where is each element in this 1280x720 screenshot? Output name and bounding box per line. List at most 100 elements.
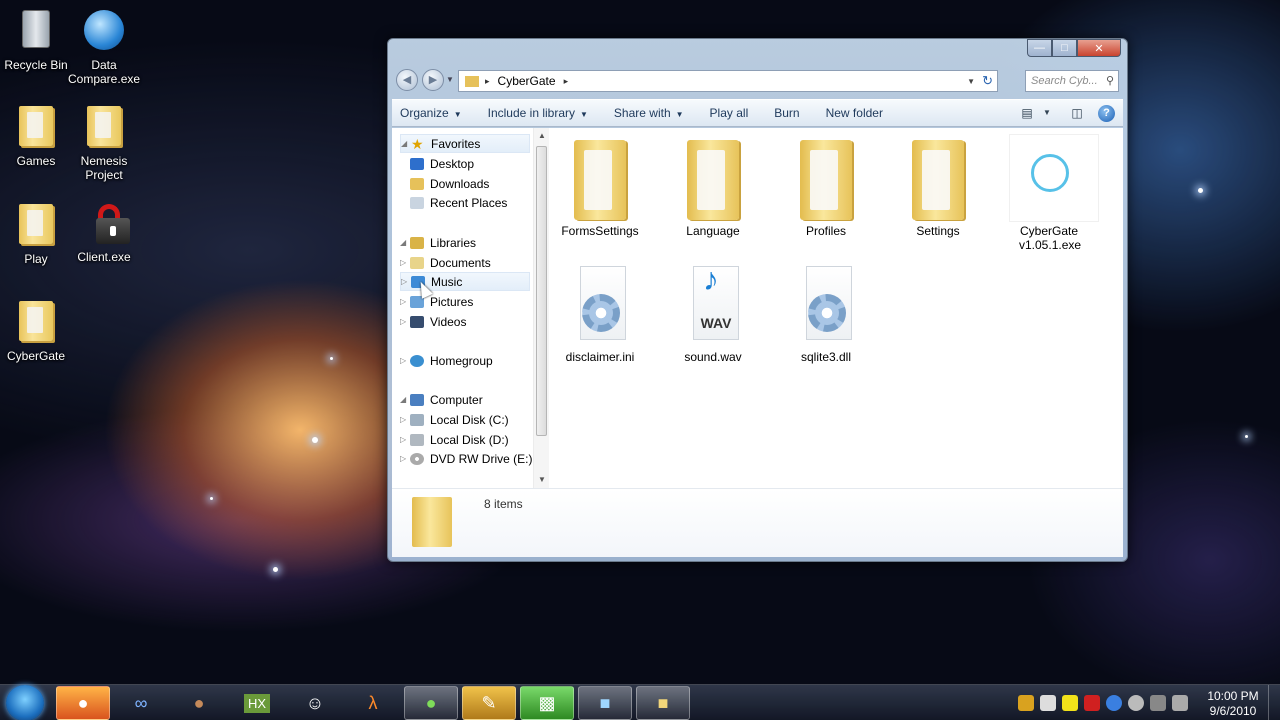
close-button[interactable]: ✕ [1077,39,1121,57]
scroll-thumb[interactable] [536,146,547,436]
audio-file-icon: ♪ WAV [681,260,745,346]
scroll-up-icon[interactable]: ▲ [534,128,550,144]
expand-arrow-icon[interactable]: ▷ [400,297,410,306]
pencil-icon: ✎ [481,692,497,713]
scroll-down-icon[interactable]: ▼ [534,472,550,488]
folder-icon [465,75,479,87]
tray-app-icon[interactable] [1150,695,1166,711]
nav-videos[interactable]: ▷ Videos [400,312,466,331]
address-dropdown-icon[interactable]: ▼ [967,77,975,86]
tray-app-icon[interactable] [1084,695,1100,711]
desktop-icon-games[interactable]: Games [0,104,72,168]
taskbar-app-8[interactable]: ✎ [462,686,516,720]
nav-dvd-drive-e[interactable]: ▷ DVD RW Drive (E:) [400,449,532,468]
new-folder-button[interactable]: New folder [826,106,883,120]
nav-documents[interactable]: ▷ Documents [400,253,491,272]
desktop-icon-recycle-bin[interactable]: Recycle Bin [0,8,72,72]
desktop-icon-nemesis-project[interactable]: Nemesis Project [68,104,140,182]
file-item-sound-wav[interactable]: ♪ WAV sound.wav [663,260,763,364]
taskbar-app-3[interactable]: ● [172,686,226,720]
action-center-icon[interactable] [1172,695,1188,711]
nav-libraries[interactable]: ◢ Libraries [400,233,476,252]
tray-app-icon[interactable] [1062,695,1078,711]
expand-arrow-icon[interactable]: ▷ [400,454,410,463]
tray-app-icon[interactable] [1128,695,1144,711]
nav-homegroup[interactable]: ▷ Homegroup [400,351,493,370]
change-view-icon[interactable]: ▤ [1018,104,1036,122]
item-count: 8 items [484,497,523,511]
nav-favorites[interactable]: ◢ ★ Favorites [400,134,530,153]
nav-local-disk-c[interactable]: ▷ Local Disk (C:) [400,410,509,429]
file-item-profiles[interactable]: Profiles [776,134,876,238]
folder-icon [681,134,745,220]
include-in-library-button[interactable]: Include in library ▼ [488,106,588,120]
expand-arrow-icon[interactable]: ◢ [401,139,411,148]
desktop-icon-cybergate[interactable]: CyberGate [0,299,72,363]
file-item-formssettings[interactable]: FormsSettings [550,134,650,238]
file-item-disclaimer-ini[interactable]: disclaimer.ini [550,260,650,364]
desktop-icon-client-exe[interactable]: Client.exe [68,202,140,264]
file-name: FormsSettings [561,224,639,238]
clock-date: 9/6/2010 [1209,704,1257,718]
forward-button[interactable]: ▶ [422,69,444,91]
recent-pages-chevron-icon[interactable]: ▼ [446,75,454,84]
taskbar-app-4[interactable]: HX [230,686,284,720]
nav-label: Music [431,274,463,289]
expand-arrow-icon[interactable]: ▷ [401,277,411,286]
address-path[interactable]: CyberGate [498,74,556,88]
nav-downloads[interactable]: Downloads [410,174,489,193]
minimize-button[interactable]: — [1027,39,1052,57]
folder-icon: ■ [657,692,669,713]
address-bar[interactable]: ▸ CyberGate ▸ ▼ ↻ [458,70,998,92]
taskbar-counter-strike[interactable]: ☺ [288,686,342,720]
nav-local-disk-d[interactable]: ▷ Local Disk (D:) [400,430,509,449]
file-item-sqlite3-dll[interactable]: sqlite3.dll [776,260,876,364]
preview-pane-icon[interactable]: ◫ [1068,104,1086,122]
help-icon[interactable]: ? [1098,104,1115,122]
back-button[interactable]: ◀ [396,69,418,91]
taskbar-app-7[interactable]: ● [404,686,458,720]
cybergate-app-icon [1009,134,1099,222]
expand-arrow-icon[interactable]: ▷ [400,356,410,365]
search-input[interactable]: Search Cyb... ⚲ [1025,70,1119,92]
nav-desktop[interactable]: Desktop [410,154,474,173]
expand-arrow-icon[interactable]: ▷ [400,317,410,326]
taskbar-app-10[interactable]: ■ [578,686,632,720]
refresh-icon[interactable]: ↻ [982,73,993,89]
chevron-down-icon: ▼ [580,110,588,119]
navigation-pane: ◢ ★ Favorites Desktop Downloads Recent P… [392,128,544,488]
nav-computer[interactable]: ◢ Computer [400,390,483,409]
maximize-button[interactable]: □ [1052,39,1077,57]
navigation-scrollbar[interactable]: ▲ ▼ [533,128,549,488]
tray-app-icon[interactable] [1106,695,1122,711]
taskbar-half-life[interactable]: λ [346,686,400,720]
expand-arrow-icon[interactable]: ▷ [400,258,410,267]
desktop-icon-data-compare[interactable]: Data Compare.exe [68,8,140,86]
start-button[interactable] [6,685,44,720]
taskbar-firefox[interactable]: ● [56,686,110,720]
nav-pictures[interactable]: ▷ Pictures [400,292,473,311]
clock[interactable]: 10:00 PM 9/6/2010 [1198,689,1268,719]
burn-button[interactable]: Burn [774,106,799,120]
file-item-language[interactable]: Language [663,134,763,238]
file-item-cybergate-exe[interactable]: CyberGate v1.05.1.exe [1001,134,1099,252]
nav-recent-places[interactable]: Recent Places [410,193,507,212]
expand-arrow-icon[interactable]: ◢ [400,238,410,247]
share-with-button[interactable]: Share with ▼ [614,106,684,120]
file-item-settings[interactable]: Settings [888,134,988,238]
expand-arrow-icon[interactable]: ◢ [400,395,410,404]
view-options-chevron-icon[interactable]: ▼ [1038,104,1056,122]
expand-arrow-icon[interactable]: ▷ [400,415,410,424]
show-desktop-button[interactable] [1268,685,1280,720]
volume-icon[interactable] [1040,695,1056,711]
nav-label: Desktop [430,156,475,171]
organize-button[interactable]: Organize ▼ [400,106,462,120]
libraries-icon [410,236,424,249]
expand-arrow-icon[interactable]: ▷ [400,435,410,444]
play-all-button[interactable]: Play all [710,106,749,120]
taskbar-explorer[interactable]: ■ [636,686,690,720]
taskbar-app-9[interactable]: ▩ [520,686,574,720]
tray-app-icon[interactable] [1018,695,1034,711]
taskbar-app-2[interactable]: ∞ [114,686,168,720]
desktop-icon-play[interactable]: Play [0,202,72,266]
